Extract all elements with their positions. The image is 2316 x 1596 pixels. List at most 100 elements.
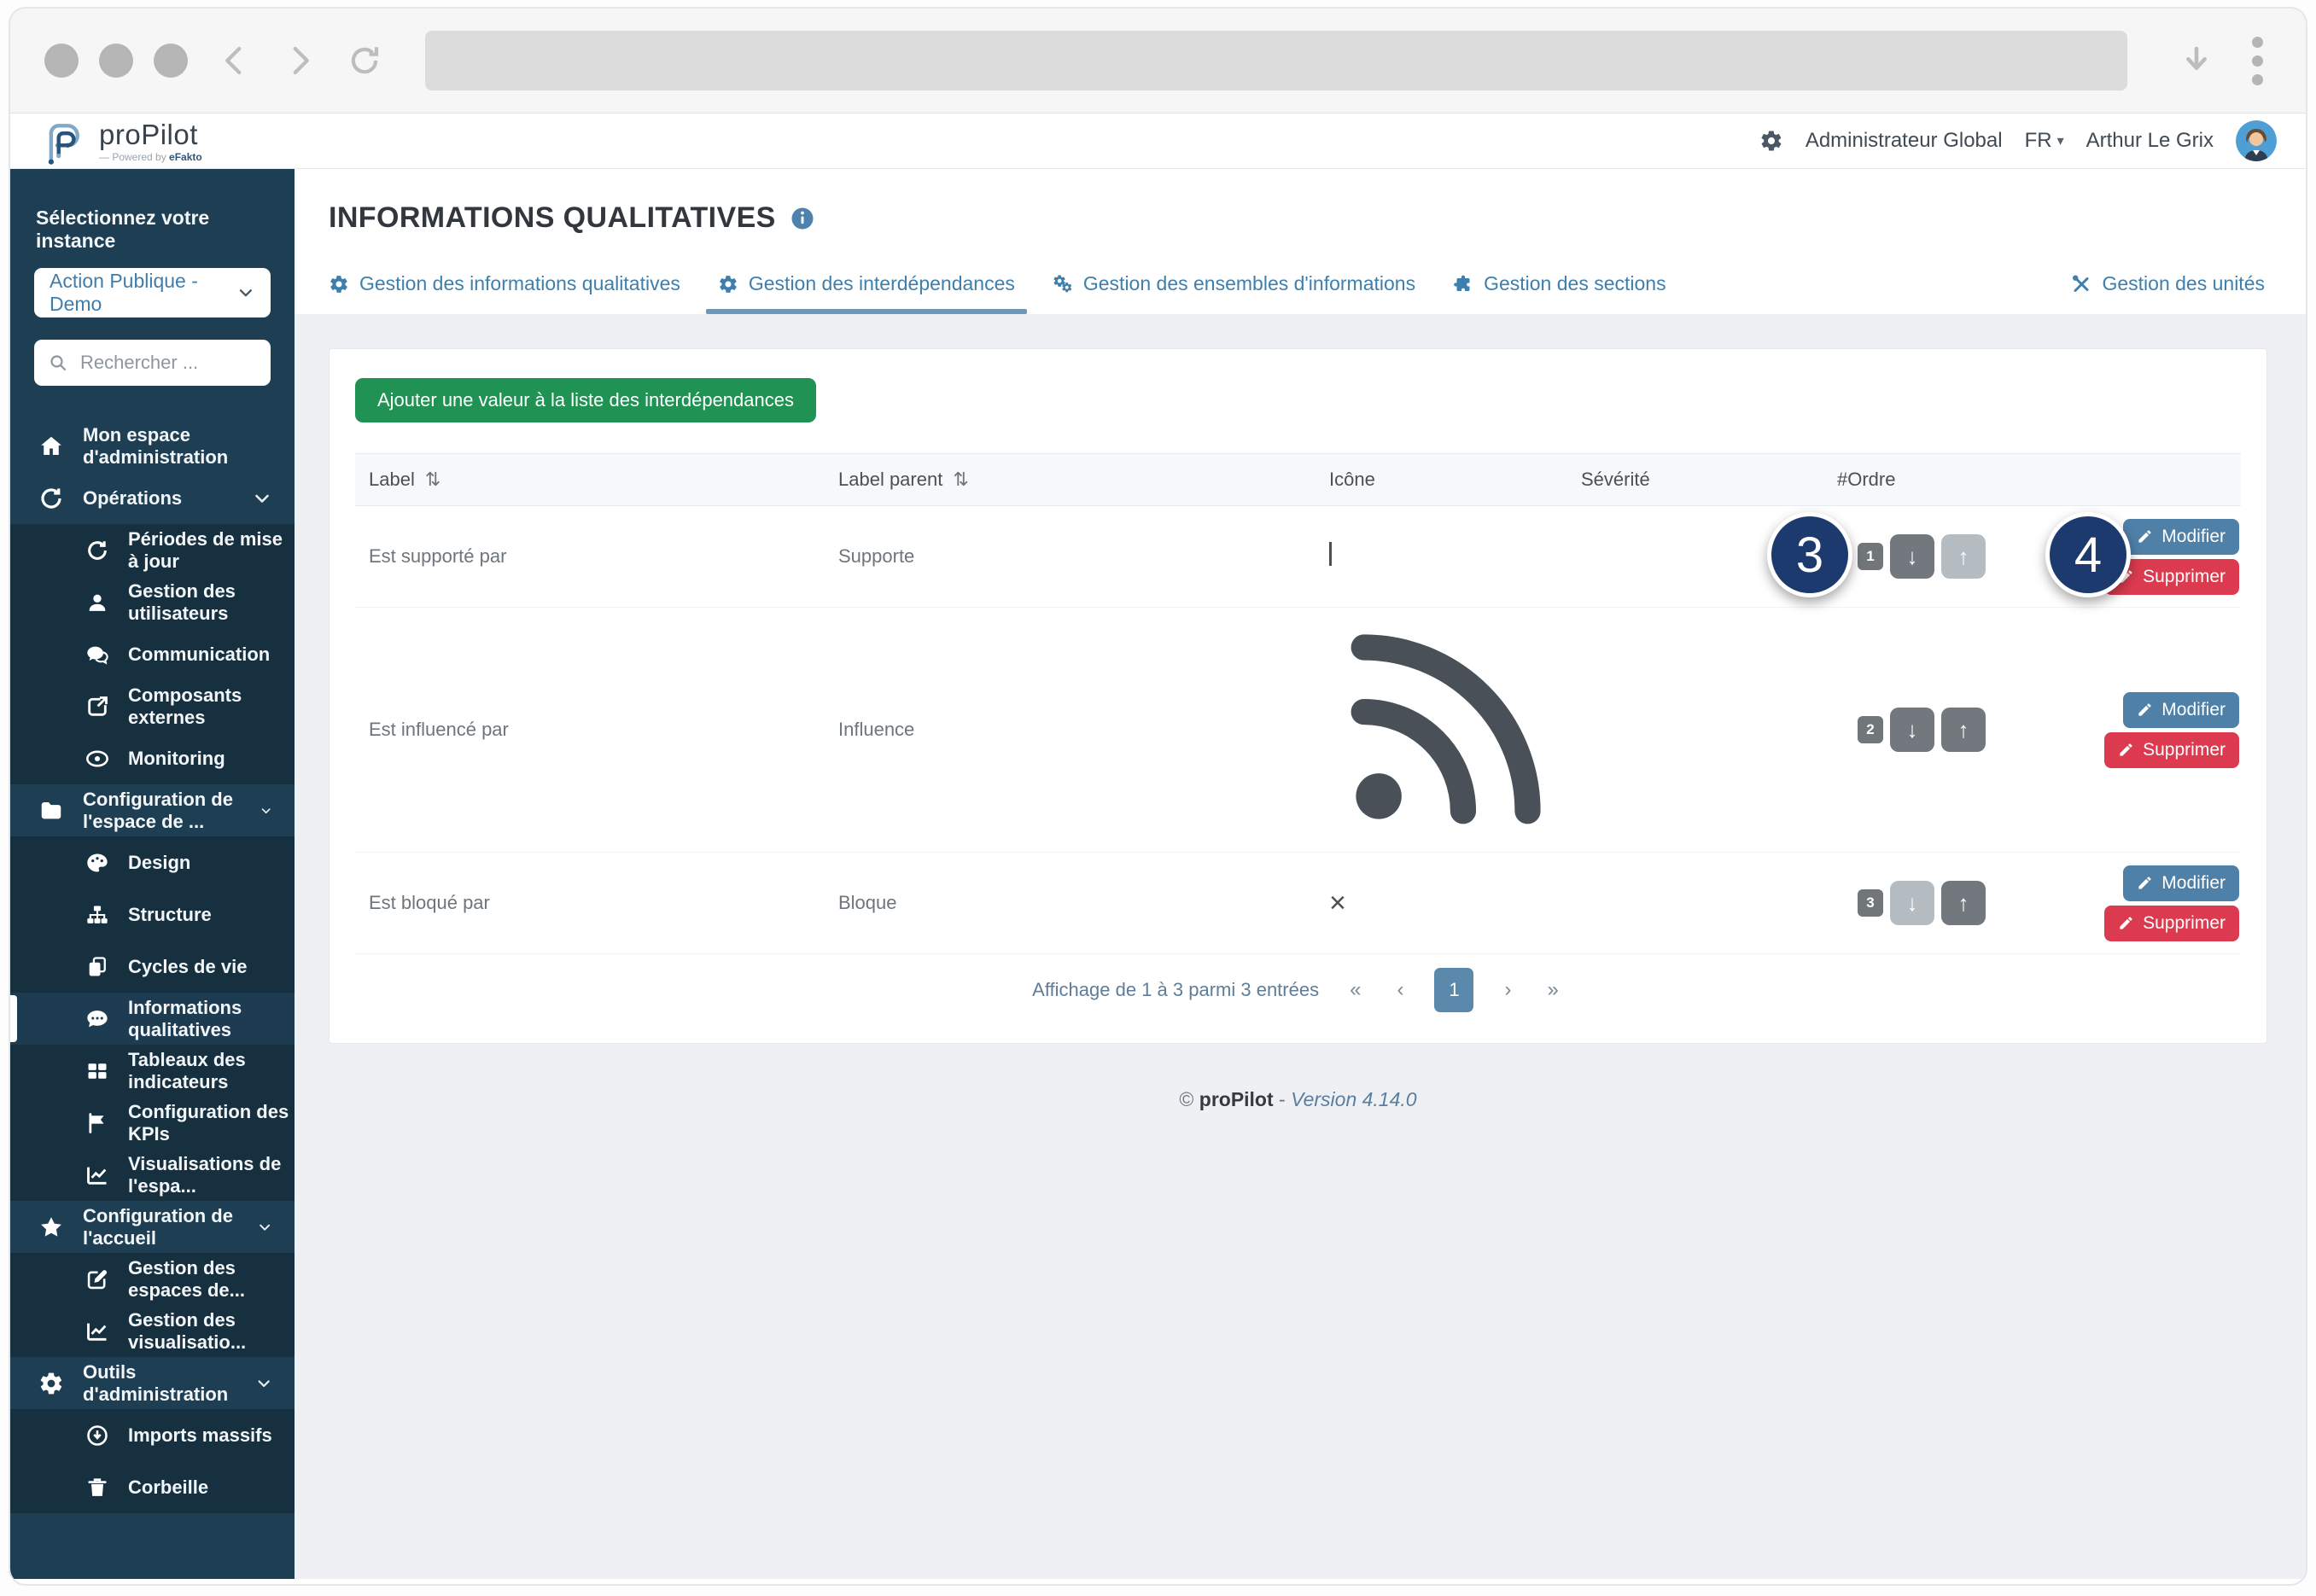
sidebar-item-outils[interactable]: Outils d'administration (10, 1357, 295, 1409)
cell-label: Est influencé par (355, 719, 825, 741)
caret-down-icon: ▾ (2057, 132, 2064, 149)
supprimer-button[interactable]: Supprimer (2104, 906, 2239, 941)
supprimer-button[interactable]: Supprimer (2104, 732, 2239, 768)
main-content: INFORMATIONS QUALITATIVES Gestion des in… (295, 169, 2306, 1579)
chevron-down-icon (255, 1373, 272, 1394)
sidebar-item-imports[interactable]: Imports massifs (10, 1409, 295, 1461)
back-icon[interactable] (217, 43, 253, 79)
last-page-button[interactable]: » (1542, 978, 1563, 1002)
sidebar-item-label: Configuration des KPIs (128, 1101, 295, 1145)
move-up-button[interactable]: ↑ (1941, 881, 1986, 925)
sidebar-item-config-espace[interactable]: Configuration de l'espace de ... (10, 784, 295, 836)
move-up-button[interactable]: ↑ (1941, 534, 1986, 579)
first-page-button[interactable]: « (1345, 978, 1366, 1002)
pencil-icon (2137, 528, 2153, 545)
copy-icon (85, 955, 109, 979)
column-header-label[interactable]: Label ⇅ (355, 469, 825, 491)
sidebar-item-kpis[interactable]: Configuration des KPIs (10, 1097, 295, 1149)
chevron-down-icon (252, 488, 272, 509)
url-bar[interactable] (425, 31, 2127, 90)
sidebar-item-config-accueil[interactable]: Configuration de l'accueil (10, 1201, 295, 1253)
reload-icon[interactable] (347, 43, 382, 79)
sidebar-item-label: Périodes de mise à jour (128, 528, 295, 573)
sidebar-item-design[interactable]: Design (10, 836, 295, 888)
tab-gestion-ensembles[interactable]: Gestion des ensembles d'informations (1053, 272, 1415, 314)
sidebar-item-visualisations[interactable]: Visualisations de l'espa... (10, 1149, 295, 1201)
sidebar-item-communication[interactable]: Communication (10, 628, 295, 680)
move-down-button[interactable]: ↓ (1890, 881, 1934, 925)
sidebar-item-gestion-espaces[interactable]: Gestion des espaces de... (10, 1253, 295, 1305)
chevron-down-icon (236, 283, 255, 303)
share-icon (85, 695, 109, 719)
sidebar-item-gestion-visualisations[interactable]: Gestion des visualisatio... (10, 1305, 295, 1357)
sidebar-item-structure[interactable]: Structure (10, 888, 295, 941)
sidebar-item-label: Monitoring (128, 748, 225, 770)
sidebar-item-corbeille[interactable]: Corbeille (10, 1461, 295, 1513)
prev-page-button[interactable]: ‹ (1391, 978, 1409, 1002)
cell-label: Est supporté par (355, 545, 825, 568)
tab-gestion-unites[interactable]: Gestion des unités (2071, 272, 2265, 314)
grip-line-vertical-icon (1329, 542, 1332, 566)
chart-line-icon (85, 1319, 109, 1343)
sidebar-item-periodes[interactable]: Périodes de mise à jour (10, 524, 295, 576)
user-name[interactable]: Arthur Le Grix (2086, 129, 2214, 153)
admin-gear-icon[interactable] (1759, 129, 1783, 153)
avatar[interactable] (2236, 120, 2277, 161)
pagination: Affichage de 1 à 3 parmi 3 entrées « ‹ 1… (355, 954, 2241, 1026)
move-down-button[interactable]: ↓ (1890, 534, 1934, 579)
times-icon: × (1329, 887, 1346, 919)
sidebar-item-label: Gestion des espaces de... (128, 1257, 295, 1302)
download-icon[interactable] (2179, 43, 2214, 79)
brand-name: proPilot (99, 120, 202, 149)
comments-icon (85, 643, 109, 667)
sidebar-item-label: Mon espace d'administration (83, 424, 295, 469)
brand: proPilot — Powered by eFakto (39, 115, 202, 166)
rss-icon (1329, 824, 1567, 851)
sidebar-item-label: Cycles de vie (128, 956, 247, 978)
search-input[interactable] (79, 351, 257, 375)
sidebar-item-label: Gestion des utilisateurs (128, 580, 295, 625)
comment-dots-icon (85, 1007, 109, 1031)
instance-select[interactable]: Action Publique - Demo (34, 268, 271, 317)
callout-4: 4 (2045, 512, 2131, 597)
puzzle-icon (1453, 274, 1473, 294)
sort-icon[interactable]: ⇅ (953, 469, 968, 491)
gear-icon (329, 274, 349, 294)
cell-label-parent: Supporte (825, 545, 1316, 568)
browser-menu-icon[interactable] (2243, 37, 2272, 85)
sidebar-item-informations-qualitatives[interactable]: Informations qualitatives (10, 993, 295, 1045)
traffic-dot (154, 44, 188, 78)
propilot-logo-icon (39, 115, 87, 166)
order-badge: 3 (1858, 889, 1883, 917)
sidebar-item-composants[interactable]: Composants externes (10, 680, 295, 732)
modifier-button[interactable]: Modifier (2123, 865, 2239, 901)
gear-icon (38, 1371, 64, 1396)
move-up-button[interactable]: ↑ (1941, 708, 1986, 752)
pencil-icon (2118, 915, 2134, 931)
refresh-icon (85, 539, 109, 562)
modifier-button[interactable]: Modifier (2123, 692, 2239, 728)
sync-icon (38, 486, 64, 511)
tab-gestion-informations-qualitatives[interactable]: Gestion des informations qualitatives (329, 272, 680, 314)
tab-gestion-sections[interactable]: Gestion des sections (1453, 272, 1666, 314)
instance-value: Action Publique - Demo (50, 270, 236, 316)
sidebar-item-monitoring[interactable]: Monitoring (10, 732, 295, 784)
page-1-button[interactable]: 1 (1434, 968, 1473, 1012)
info-icon[interactable] (790, 206, 815, 231)
sort-icon[interactable]: ⇅ (425, 469, 440, 491)
tab-gestion-interdependances[interactable]: Gestion des interdépendances (718, 272, 1015, 314)
column-header-label-parent[interactable]: Label parent ⇅ (825, 469, 1316, 491)
sitemap-icon (85, 903, 109, 927)
modifier-button[interactable]: Modifier (2123, 519, 2239, 555)
sidebar-item-operations[interactable]: Opérations (10, 472, 295, 524)
sidebar-item-cycles[interactable]: Cycles de vie (10, 941, 295, 993)
forward-icon[interactable] (282, 43, 318, 79)
sidebar-item-utilisateurs[interactable]: Gestion des utilisateurs (10, 576, 295, 628)
sidebar-item-mon-espace[interactable]: Mon espace d'administration (10, 420, 295, 472)
sidebar-item-tableaux[interactable]: Tableaux des indicateurs (10, 1045, 295, 1097)
chart-line-icon (85, 1163, 109, 1187)
next-page-button[interactable]: › (1499, 978, 1516, 1002)
move-down-button[interactable]: ↓ (1890, 708, 1934, 752)
add-interdependance-button[interactable]: Ajouter une valeur à la liste des interd… (355, 378, 816, 422)
language-select[interactable]: FR ▾ (2025, 129, 2064, 153)
